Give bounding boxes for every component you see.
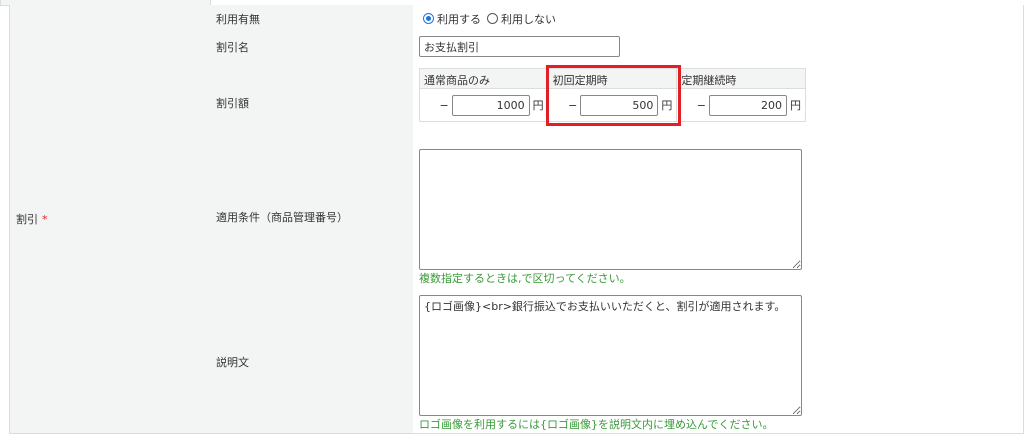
conditions-label: 適用条件（商品管理番号） (216, 210, 348, 224)
section-label-cell: 割引 * (9, 5, 211, 434)
regular-amount-input[interactable] (451, 94, 530, 116)
description-label-cell: 説明文 (210, 290, 414, 434)
minus-sign: − (696, 98, 707, 112)
usage-label: 利用有無 (216, 12, 260, 26)
amount-value-cell: 通常商品のみ−円 初回定期時−円 定期継続時−円 (413, 62, 1024, 144)
yen-unit: 円 (790, 99, 802, 112)
col-header: 通常商品のみ (420, 69, 548, 89)
required-mark: * (42, 212, 48, 226)
amount-col-continuing: 定期継続時 − 円 (677, 69, 806, 121)
description-value-cell: {ロゴ画像}<br>銀行振込でお支払いいただくと、割引が適用されます。 ロゴ画像… (413, 290, 1024, 434)
usage-value-cell: 利用する 利用しない (413, 5, 1024, 33)
conditions-value-cell: 複数指定するときは,で区切ってください。 (413, 143, 1024, 291)
name-value-cell (413, 32, 1024, 63)
conditions-textarea[interactable] (419, 149, 802, 270)
radio-selected-icon[interactable] (423, 13, 434, 24)
name-label-cell: 割引名 (210, 32, 414, 63)
discount-name-input[interactable] (419, 36, 620, 57)
description-textarea[interactable]: {ロゴ画像}<br>銀行振込でお支払いいただくと、割引が適用されます。 (419, 295, 802, 416)
radio-use-label: 利用する (437, 12, 481, 26)
section-label: 割引 (16, 213, 38, 226)
radio-not-use[interactable]: 利用しない (487, 11, 556, 27)
yen-unit: 円 (532, 99, 544, 112)
radio-not-use-label: 利用しない (501, 12, 556, 26)
radio-use[interactable]: 利用する (423, 11, 481, 27)
usage-label-cell: 利用有無 (210, 5, 414, 33)
description-note: ロゴ画像を利用するには{ロゴ画像}を説明文内に埋め込んでください。 (419, 418, 774, 431)
continuing-amount-input[interactable] (709, 94, 788, 116)
amount-col-regular: 通常商品のみ − 円 (420, 69, 549, 121)
col-header: 定期継続時 (677, 69, 806, 89)
highlight-box (546, 65, 681, 126)
minus-sign: − (439, 98, 449, 112)
amount-label-cell: 割引額 (210, 62, 414, 144)
radio-unselected-icon[interactable] (487, 13, 498, 24)
conditions-note: 複数指定するときは,で区切ってください。 (419, 272, 631, 285)
name-label: 割引名 (216, 41, 249, 54)
amount-label: 割引額 (216, 96, 249, 110)
conditions-label-cell: 適用条件（商品管理番号） (210, 143, 414, 291)
description-label: 説明文 (216, 355, 249, 369)
